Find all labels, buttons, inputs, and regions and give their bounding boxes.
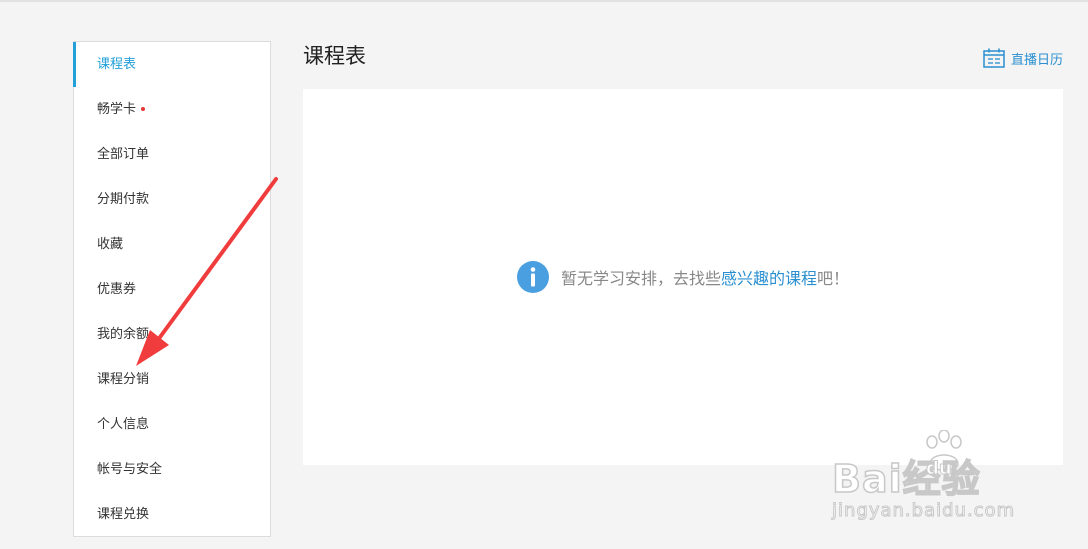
- page-title: 课程表: [303, 44, 366, 68]
- sidebar-item-label: 个人信息: [97, 417, 150, 432]
- live-calendar-link[interactable]: 直播日历: [983, 46, 1063, 70]
- sidebar-item-balance[interactable]: 我的余额: [74, 312, 270, 357]
- sidebar-item-redeem[interactable]: 课程兑换: [74, 492, 270, 537]
- sidebar-item-label: 我的余额: [97, 327, 150, 342]
- sidebar-item-label: 课程兑换: [97, 507, 150, 522]
- schedule-panel: 暂无学习安排，去找些 感兴趣的课程 吧！: [303, 89, 1063, 465]
- sidebar-item-label: 全部订单: [97, 147, 150, 162]
- sidebar-item-label: 畅学卡: [97, 102, 137, 117]
- sidebar-item-label: 课程分销: [97, 372, 150, 387]
- sidebar-item-label: 优惠券: [97, 282, 137, 297]
- watermark-du: du: [926, 458, 953, 480]
- empty-message-suffix: 吧！: [817, 269, 850, 288]
- info-icon: [516, 261, 549, 293]
- baidu-jingyan-watermark: Bai经验 du jingyan.baidu.com: [831, 430, 1042, 530]
- watermark-url: jingyan.baidu.com: [831, 500, 1016, 522]
- calendar-icon: [983, 48, 1005, 68]
- notification-dot: [141, 106, 146, 111]
- sidebar-nav: 课程表 畅学卡 全部订单 分期付款 收藏 优惠券 我的余额 课程分销 个人信息 …: [73, 41, 271, 537]
- sidebar-item-orders[interactable]: 全部订单: [74, 132, 270, 177]
- sidebar-item-coupons[interactable]: 优惠券: [74, 267, 270, 312]
- sidebar-item-label: 收藏: [97, 237, 124, 252]
- sidebar-item-schedule[interactable]: 课程表: [73, 42, 270, 87]
- interesting-courses-link[interactable]: 感兴趣的课程: [721, 265, 817, 289]
- top-divider: [0, 0, 1088, 2]
- sidebar-item-course-distribution[interactable]: 课程分销: [74, 357, 270, 402]
- sidebar-item-label: 课程表: [97, 57, 137, 72]
- sidebar-item-label: 分期付款: [97, 192, 150, 207]
- calendar-link-label: 直播日历: [1010, 52, 1063, 68]
- empty-message-prefix: 暂无学习安排，去找些: [560, 269, 721, 288]
- empty-state: 暂无学习安排，去找些 感兴趣的课程 吧！: [303, 261, 1063, 293]
- sidebar-item-favorites[interactable]: 收藏: [74, 222, 270, 267]
- sidebar-item-installments[interactable]: 分期付款: [74, 177, 270, 222]
- sidebar-item-label: 帐号与安全: [97, 462, 163, 477]
- sidebar-item-profile[interactable]: 个人信息: [74, 402, 270, 447]
- sidebar-item-account-security[interactable]: 帐号与安全: [74, 447, 270, 492]
- watermark-brand: Bai经验: [831, 456, 981, 502]
- sidebar-item-study-card[interactable]: 畅学卡: [74, 87, 270, 132]
